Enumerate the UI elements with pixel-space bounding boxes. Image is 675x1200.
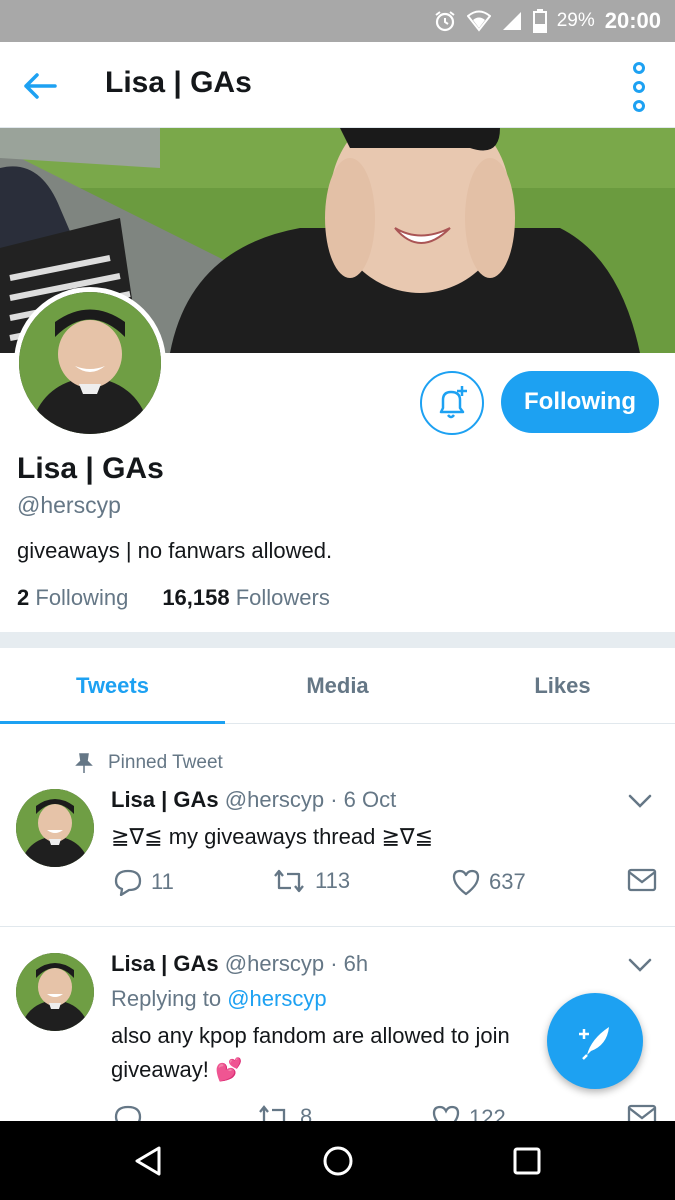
nav-recents-button[interactable] bbox=[507, 1141, 547, 1181]
retweet-button[interactable]: 113 bbox=[271, 868, 350, 894]
retweet-button[interactable]: 8 bbox=[256, 1104, 312, 1121]
tab-likes[interactable]: Likes bbox=[450, 648, 675, 723]
notifications-bell-button[interactable] bbox=[420, 371, 484, 435]
tweet-separator bbox=[0, 926, 675, 927]
reply-icon bbox=[114, 869, 142, 896]
tweet-header: Lisa | GAs @herscyp · 6 Oct bbox=[111, 787, 396, 813]
like-count: 122 bbox=[469, 1105, 506, 1121]
more-vertical-icon bbox=[633, 62, 645, 74]
reply-button[interactable]: 11 bbox=[113, 868, 174, 896]
followers-stat[interactable]: 16,158 Followers bbox=[162, 585, 330, 611]
retweet-count: 113 bbox=[315, 868, 351, 893]
tweet-author-name[interactable]: Lisa | GAs bbox=[111, 787, 219, 812]
tweet-avatar[interactable] bbox=[16, 789, 94, 867]
tweet-menu-button[interactable] bbox=[625, 786, 655, 816]
tweet-actions: 11 113 637 bbox=[111, 868, 661, 902]
following-button[interactable]: Following bbox=[501, 371, 659, 433]
section-divider bbox=[0, 632, 675, 648]
reply-button[interactable] bbox=[113, 1104, 143, 1121]
tweet-meta: @herscyp · 6h bbox=[224, 951, 369, 976]
battery-icon bbox=[532, 9, 547, 33]
reply-icon bbox=[114, 1105, 142, 1121]
nav-home-button[interactable] bbox=[318, 1141, 358, 1181]
signal-icon bbox=[501, 10, 523, 32]
share-dm-button[interactable] bbox=[627, 1104, 657, 1121]
bell-plus-icon bbox=[439, 386, 467, 419]
profile-handle: @herscyp bbox=[17, 492, 121, 518]
retweet-icon bbox=[274, 869, 304, 893]
like-button[interactable]: 637 bbox=[451, 868, 526, 896]
profile-stats: 2 Following 16,158 Followers bbox=[17, 585, 330, 611]
more-options-button[interactable] bbox=[625, 62, 653, 112]
profile-bio: giveaways | no fanwars allowed. bbox=[17, 538, 333, 563]
compose-feather-icon bbox=[579, 1027, 609, 1060]
tab-media[interactable]: Media bbox=[225, 648, 450, 723]
reply-count: 11 bbox=[151, 869, 174, 894]
heart-icon bbox=[432, 1105, 460, 1121]
nav-back-button[interactable] bbox=[128, 1141, 168, 1181]
chevron-down-icon bbox=[628, 958, 652, 972]
tweet-avatar[interactable] bbox=[16, 953, 94, 1031]
alarm-icon bbox=[433, 9, 457, 33]
tab-tweets[interactable]: Tweets bbox=[0, 648, 225, 724]
envelope-icon bbox=[627, 1104, 657, 1121]
heart-icon bbox=[452, 869, 480, 896]
profile-name: Lisa | GAs bbox=[17, 452, 164, 485]
reply-to-link[interactable]: @herscyp bbox=[227, 986, 326, 1011]
profile-avatar[interactable] bbox=[14, 287, 166, 439]
battery-percent: 29% bbox=[556, 10, 595, 31]
tweet-author-name[interactable]: Lisa | GAs bbox=[111, 951, 219, 976]
back-button[interactable] bbox=[18, 64, 62, 108]
clock: 20:00 bbox=[604, 8, 661, 33]
like-button[interactable]: 122 bbox=[431, 1104, 506, 1121]
pinned-tweet-label: Pinned Tweet bbox=[74, 752, 223, 774]
replying-to: Replying to @herscyp bbox=[111, 986, 327, 1011]
square-recents-icon bbox=[513, 1147, 541, 1175]
tweet-text: ≧∇≦ my giveaways thread ≧∇≦ bbox=[111, 824, 434, 849]
triangle-back-icon bbox=[135, 1146, 161, 1176]
retweet-count: 8 bbox=[300, 1104, 313, 1121]
tweet-header: Lisa | GAs @herscyp · 6h bbox=[111, 951, 368, 977]
tweet-text: also any kpop fandom are allowed to join… bbox=[111, 1023, 510, 1082]
profile-tabs: Tweets Media Likes bbox=[0, 648, 675, 724]
pin-icon bbox=[75, 753, 93, 773]
app-bar: Lisa | GAs bbox=[0, 42, 675, 128]
like-count: 637 bbox=[489, 869, 526, 894]
back-arrow-icon bbox=[24, 73, 57, 99]
retweet-icon bbox=[259, 1105, 286, 1121]
circle-home-icon bbox=[323, 1146, 353, 1176]
system-nav-bar bbox=[0, 1121, 675, 1200]
envelope-icon bbox=[627, 868, 657, 892]
tweet-meta: @herscyp · 6 Oct bbox=[224, 787, 397, 812]
wifi-icon bbox=[466, 10, 491, 32]
chevron-down-icon bbox=[628, 794, 652, 808]
following-stat[interactable]: 2 Following bbox=[17, 585, 128, 611]
status-bar: 29% 20:00 bbox=[0, 0, 675, 42]
tweet-menu-button[interactable] bbox=[625, 950, 655, 980]
share-dm-button[interactable] bbox=[627, 868, 657, 892]
tweet-actions: 8 122 bbox=[111, 1104, 661, 1121]
app-bar-title: Lisa | GAs bbox=[105, 66, 252, 99]
compose-tweet-button[interactable] bbox=[547, 993, 643, 1089]
